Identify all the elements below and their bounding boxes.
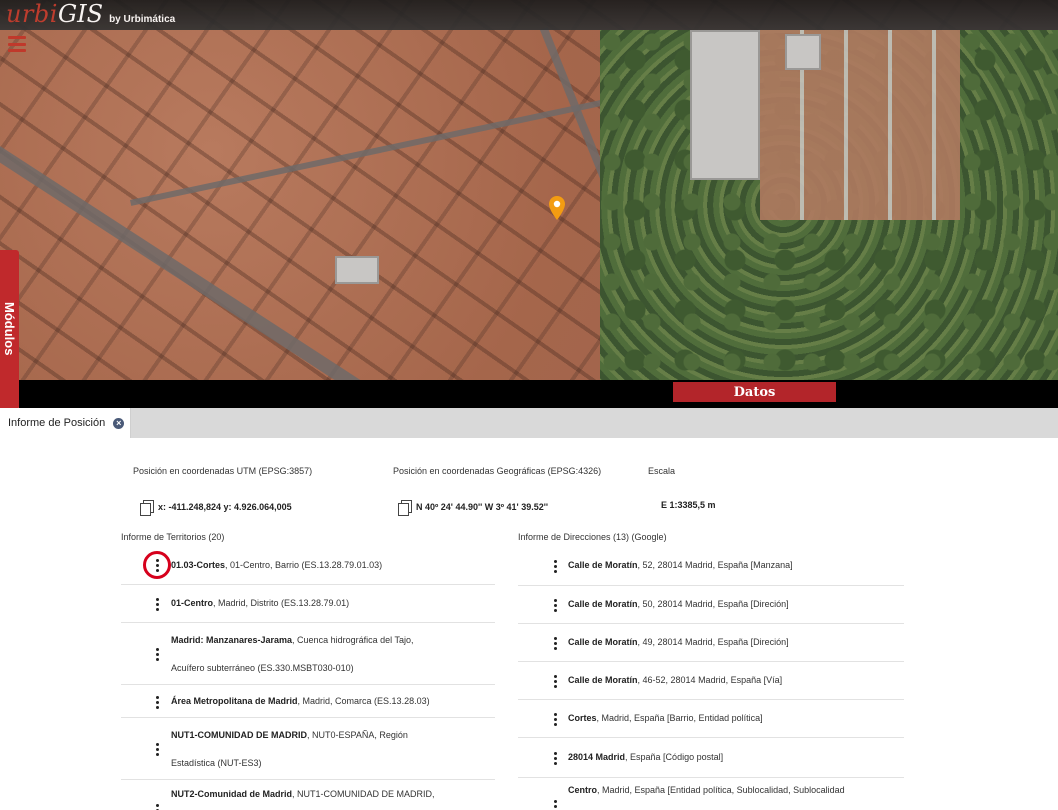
scale-value: E 1:3385,5 m	[661, 500, 716, 510]
list-item[interactable]: Cortes, Madrid, España [Barrio, Entidad …	[518, 700, 904, 738]
list-item[interactable]: Calle de Moratín, 52, 28014 Madrid, Espa…	[518, 546, 904, 586]
list-item[interactable]: Madrid: Manzanares-Jarama, Cuenca hidrog…	[121, 623, 495, 685]
row-title: Área Metropolitana de Madrid	[171, 695, 298, 706]
more-options-icon[interactable]	[552, 637, 558, 650]
modules-tab[interactable]: Módulos	[0, 250, 19, 410]
row-detail-line2: Estadística (NUT-ES3)	[171, 757, 262, 768]
row-detail: , España [Código postal]	[625, 752, 724, 762]
more-options-icon[interactable]	[552, 599, 558, 612]
row-detail: , NUT1-COMUNIDAD DE MADRID,	[292, 789, 435, 799]
list-item[interactable]: 28014 Madrid, España [Código postal]	[518, 738, 904, 778]
datos-button[interactable]: Datos	[673, 382, 836, 402]
list-item[interactable]: 01-Centro, Madrid, Distrito (ES.13.28.79…	[121, 585, 495, 623]
utm-label: Posición en coordenadas UTM (EPSG:3857)	[133, 466, 313, 476]
map-street	[130, 83, 680, 206]
row-title: Calle de Moratín	[568, 560, 638, 570]
row-detail: , 46-52, 28014 Madrid, España [Vía]	[637, 675, 783, 685]
row-title: Cortes	[568, 713, 597, 723]
row-detail: , 49, 28014 Madrid, España [Direción]	[637, 637, 789, 647]
direcciones-list: Calle de Moratín, 52, 28014 Madrid, Espa…	[518, 546, 904, 810]
scale-label: Escala	[648, 466, 676, 476]
row-detail: , Madrid, España [Entidad política, Subl…	[597, 785, 845, 795]
utm-value-row: x: -411.248,824 y: 4.926.064,005	[140, 500, 292, 516]
row-detail: , Madrid, Distrito (ES.13.28.79.01)	[213, 598, 350, 608]
map-building	[335, 256, 379, 284]
logo-gis: GIS	[57, 0, 104, 28]
row-detail-line2: Acuífero subterráneo (ES.330.MSBT030-010…	[171, 662, 354, 673]
geo-value-row: N 40º 24' 44.90'' W 3º 41' 39.52''	[398, 500, 548, 516]
more-options-icon[interactable]	[552, 800, 558, 810]
row-title: Calle de Moratín	[568, 637, 638, 647]
row-detail: , 52, 28014 Madrid, España [Manzana]	[637, 560, 793, 570]
top-bar: urbi GIS by Urbimática	[0, 0, 1058, 30]
tab-bar: Informe de Posición ×	[0, 408, 1058, 438]
map-building	[785, 34, 821, 70]
row-detail: , Cuenca hidrográfica del Tajo,	[292, 634, 414, 645]
row-detail: , 01-Centro, Barrio (ES.13.28.79.01.03)	[225, 559, 383, 570]
row-title: 28014 Madrid	[568, 752, 626, 762]
utm-value: x: -411.248,824 y: 4.926.064,005	[158, 502, 292, 512]
row-title: Calle de Moratín	[568, 675, 638, 685]
more-options-icon[interactable]	[154, 648, 160, 661]
list-item[interactable]: NUT2-Comunidad de Madrid, NUT1-COMUNIDAD…	[121, 780, 495, 810]
map-pin-icon[interactable]	[549, 196, 565, 220]
copy-icon[interactable]	[140, 500, 154, 516]
menu-icon[interactable]	[8, 36, 26, 52]
more-options-icon[interactable]	[552, 560, 558, 573]
row-detail: , Madrid, Comarca (ES.13.28.03)	[297, 695, 430, 706]
direcciones-title: Informe de Direcciones (13) (Google)	[518, 532, 667, 542]
row-detail: , NUT0-ESPAÑA, Región	[307, 729, 408, 740]
row-detail: , Madrid, España [Barrio, Entidad políti…	[596, 713, 763, 723]
territorios-title: Informe de Territorios (20)	[121, 532, 225, 542]
list-item[interactable]: Calle de Moratín, 49, 28014 Madrid, Espa…	[518, 624, 904, 662]
row-title: NUT1-COMUNIDAD DE MADRID	[171, 729, 307, 740]
list-item[interactable]: NUT1-COMUNIDAD DE MADRID, NUT0-ESPAÑA, R…	[121, 718, 495, 780]
more-options-icon[interactable]	[154, 804, 160, 810]
list-item[interactable]: Área Metropolitana de Madrid, Madrid, Co…	[121, 685, 495, 718]
app-logo[interactable]: urbi GIS by Urbimática	[6, 0, 175, 30]
tab-informe-posicion[interactable]: Informe de Posición ×	[0, 408, 131, 438]
scale-value-row: E 1:3385,5 m	[661, 500, 716, 510]
territorios-list: 01.03-Cortes, 01-Centro, Barrio (ES.13.2…	[121, 546, 495, 810]
logo-by: by Urbimática	[109, 14, 176, 25]
more-options-icon[interactable]	[154, 743, 160, 756]
list-item[interactable]: Centro, Madrid, España [Entidad política…	[518, 778, 904, 810]
tab-label: Informe de Posición	[8, 417, 106, 429]
row-title: 01.03-Cortes	[171, 559, 226, 570]
more-options-icon[interactable]	[552, 752, 558, 765]
row-title: NUT2-Comunidad de Madrid	[171, 789, 292, 799]
map-building	[690, 30, 760, 180]
modules-tab-label: Módulos	[2, 302, 17, 356]
list-item[interactable]: Calle de Moratín, 46-52, 28014 Madrid, E…	[518, 662, 904, 700]
list-item[interactable]: Calle de Moratín, 50, 28014 Madrid, Espa…	[518, 586, 904, 624]
map-view[interactable]	[0, 0, 1058, 380]
close-icon[interactable]: ×	[113, 417, 125, 429]
copy-icon[interactable]	[398, 500, 412, 516]
more-options-icon[interactable]	[552, 713, 558, 726]
panel-strip	[19, 380, 1058, 408]
more-options-icon[interactable]	[552, 675, 558, 688]
list-item[interactable]: 01.03-Cortes, 01-Centro, Barrio (ES.13.2…	[121, 546, 495, 585]
row-detail: , 50, 28014 Madrid, España [Direción]	[637, 599, 789, 609]
more-options-icon[interactable]	[154, 559, 160, 572]
app-root: urbi GIS by Urbimática Módulos Datos Inf…	[0, 0, 1058, 810]
geo-label: Posición en coordenadas Geográficas (EPS…	[393, 466, 602, 476]
row-title: Madrid: Manzanares-Jarama	[171, 634, 293, 645]
more-options-icon[interactable]	[154, 696, 160, 709]
row-title: Calle de Moratín	[568, 599, 638, 609]
logo-urbi: urbi	[6, 0, 58, 28]
more-options-icon[interactable]	[154, 598, 160, 611]
row-title: Centro	[568, 785, 597, 795]
row-title: 01-Centro	[171, 598, 214, 608]
geo-value: N 40º 24' 44.90'' W 3º 41' 39.52''	[416, 502, 548, 512]
